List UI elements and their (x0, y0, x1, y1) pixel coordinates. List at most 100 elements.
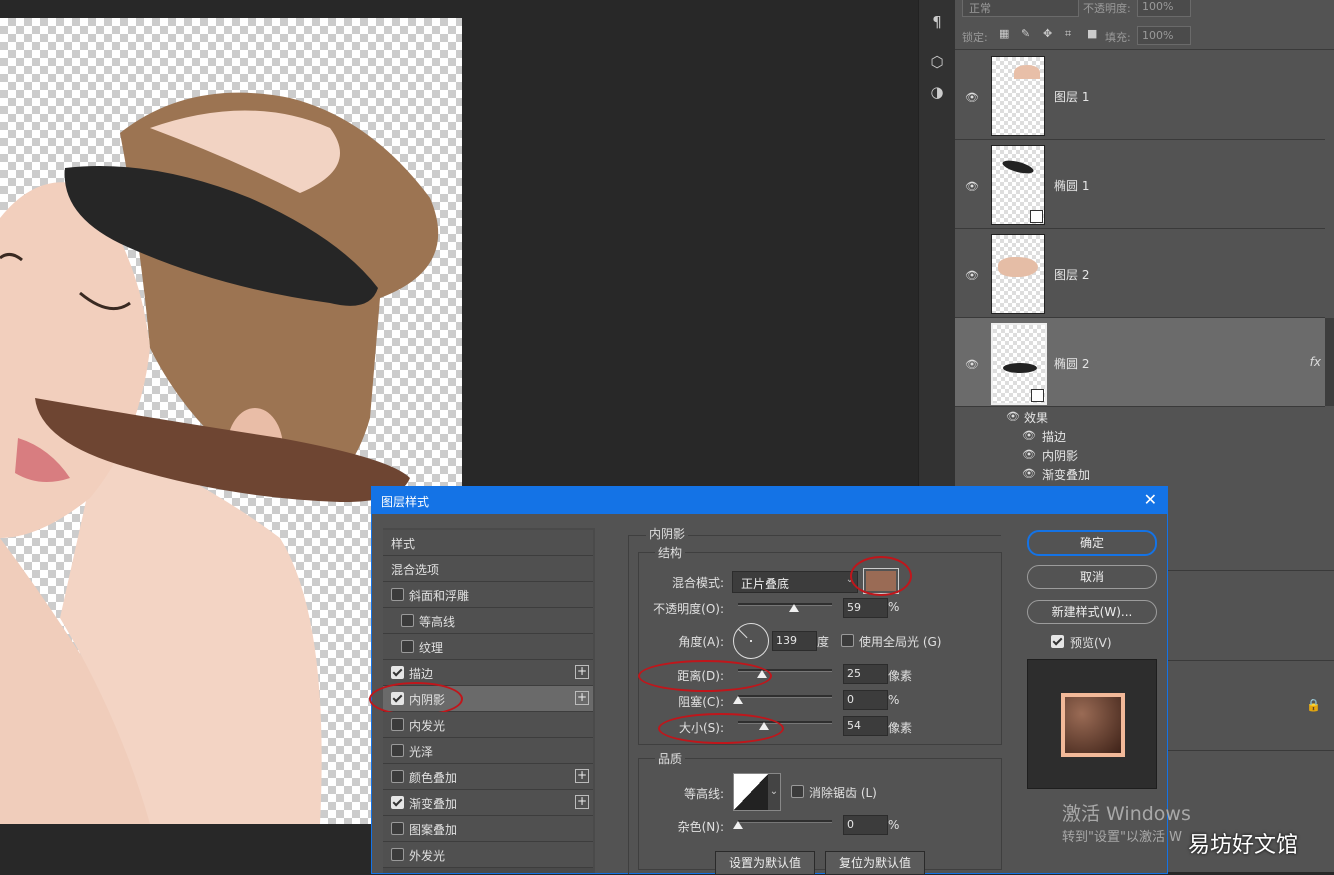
fx-badge[interactable]: fx (1310, 355, 1321, 369)
styles-header-label: 样式 (391, 537, 416, 551)
eye-icon[interactable]: 👁 (965, 358, 979, 372)
adjustments-icon[interactable]: ◑ (927, 82, 947, 102)
blend-mode-label: 混合模式: (671, 576, 724, 590)
blend-options-item[interactable]: 混合选项 (383, 556, 593, 582)
add-effect-icon[interactable]: + (575, 769, 589, 783)
blend-mode-select[interactable]: 正常 (962, 0, 1079, 17)
noise-slider[interactable] (738, 820, 832, 823)
blend-mode-dropdown[interactable]: 正片叠底 ⌄ (732, 571, 858, 593)
angle-input[interactable]: 139 (772, 631, 817, 651)
style-item-checkbox[interactable] (401, 640, 414, 653)
contour-label: 等高线: (683, 787, 724, 801)
choke-input[interactable]: 0 (843, 690, 888, 710)
layer-row-selected[interactable]: 👁 椭圆 2 fx (955, 318, 1325, 407)
style-item-checkbox[interactable] (391, 822, 404, 835)
choke-unit: % (888, 693, 900, 707)
dialog-titlebar[interactable]: 图层样式 ✕ (372, 487, 1167, 514)
ok-button[interactable]: 确定 (1027, 530, 1157, 556)
style-item-checkbox[interactable] (391, 588, 404, 601)
style-item[interactable]: 斜面和浮雕 (383, 582, 593, 608)
3d-icon[interactable]: ⬡ (927, 52, 947, 72)
new-style-button[interactable]: 新建样式(W)... (1027, 600, 1157, 624)
opacity-value: 100% (1142, 0, 1174, 13)
layer-row[interactable]: 👁 图层 2 (955, 229, 1325, 318)
style-item-checkbox[interactable] (391, 848, 404, 861)
noise-input[interactable]: 0 (843, 815, 888, 835)
vector-mask-icon (1030, 210, 1043, 223)
blend-options-label: 混合选项 (391, 563, 440, 577)
noise-unit: % (888, 818, 900, 832)
preview-checkbox[interactable] (1051, 635, 1064, 648)
opacity-input[interactable]: 59 (843, 598, 888, 618)
style-item-checkbox[interactable] (391, 666, 404, 679)
effect-item: 内阴影 (1042, 449, 1079, 463)
opacity-slider[interactable] (738, 603, 832, 606)
choke-slider-knob[interactable] (733, 696, 743, 704)
size-input[interactable]: 54 (843, 716, 888, 736)
style-item-label: 外发光 (409, 849, 446, 863)
lock-transparent-icon[interactable]: ▦ (999, 27, 1009, 40)
style-item-label: 渐变叠加 (409, 797, 458, 811)
lock-brush-icon[interactable]: ✎ (1021, 27, 1030, 40)
annotation-circle (658, 713, 784, 744)
style-item[interactable]: 图案叠加 (383, 816, 593, 842)
lock-icon: 🔒 (1306, 698, 1321, 712)
preview-label: 预览(V) (1070, 636, 1112, 650)
reset-default-button[interactable]: 复位为默认值 (825, 851, 925, 875)
style-item[interactable]: 光泽 (383, 738, 593, 764)
layers-scrollbar[interactable] (1325, 318, 1334, 406)
set-default-button[interactable]: 设置为默认值 (715, 851, 815, 875)
add-effect-icon[interactable]: + (575, 691, 589, 705)
style-item[interactable]: 等高线 (383, 608, 593, 634)
fill-value: 100% (1142, 29, 1174, 42)
eye-icon[interactable]: 👁 (965, 91, 979, 105)
eye-icon[interactable]: 👁 (1022, 429, 1036, 443)
noise-slider-knob[interactable] (733, 821, 743, 829)
add-effect-icon[interactable]: + (575, 665, 589, 679)
lock-artboard-icon[interactable]: ⌗ (1065, 27, 1071, 41)
opacity-field[interactable]: 100% (1137, 0, 1191, 17)
eye-icon[interactable]: 👁 (965, 269, 979, 283)
opacity-slider-knob[interactable] (789, 604, 799, 612)
distance-input[interactable]: 25 (843, 664, 888, 684)
layers-lock-bar: 锁定: ▦ ✎ ✥ ⌗ ■ 填充: 100% (955, 24, 1334, 50)
style-item[interactable]: 内发光 (383, 712, 593, 738)
style-item-checkbox[interactable] (391, 796, 404, 809)
eye-icon[interactable]: 👁 (1022, 467, 1036, 481)
angle-dial[interactable] (733, 623, 769, 659)
style-item-label: 图案叠加 (409, 823, 458, 837)
eye-icon[interactable]: 👁 (1006, 410, 1020, 424)
fill-field[interactable]: 100% (1137, 26, 1191, 45)
lock-move-icon[interactable]: ✥ (1043, 27, 1052, 40)
noise-label: 杂色(N): (677, 820, 724, 834)
style-item-checkbox[interactable] (391, 744, 404, 757)
style-item[interactable]: 渐变叠加 + (383, 790, 593, 816)
layer-row[interactable]: 👁 椭圆 1 (955, 140, 1325, 229)
style-item[interactable]: 纹理 (383, 634, 593, 660)
blend-mode-value: 正常 (969, 2, 991, 15)
site-watermark: 易坊好文馆 (1188, 833, 1299, 858)
structure-title: 结构 (655, 544, 686, 561)
style-item[interactable]: 外发光 (383, 842, 593, 868)
lock-all-icon[interactable]: ■ (1087, 27, 1097, 40)
style-item[interactable]: 颜色叠加 + (383, 764, 593, 790)
style-item-label: 纹理 (419, 641, 444, 655)
add-effect-icon[interactable]: + (575, 795, 589, 809)
style-item-checkbox[interactable] (391, 770, 404, 783)
layer-row[interactable]: 👁 图层 1 (955, 51, 1325, 140)
choke-slider[interactable] (738, 695, 832, 698)
styles-header[interactable]: 样式 (383, 530, 593, 556)
paragraph-icon[interactable]: ¶ (927, 12, 947, 32)
layer-thumbnail (991, 56, 1045, 136)
cancel-button[interactable]: 取消 (1027, 565, 1157, 589)
close-icon[interactable]: ✕ (1144, 490, 1157, 509)
style-item-checkbox[interactable] (401, 614, 414, 627)
antialias-checkbox[interactable] (791, 785, 804, 798)
eye-icon[interactable]: 👁 (965, 180, 979, 194)
eye-icon[interactable]: 👁 (1022, 448, 1036, 462)
style-item-label: 等高线 (419, 615, 456, 629)
contour-picker[interactable]: ⌄ (733, 773, 781, 811)
global-light-checkbox[interactable] (841, 634, 854, 647)
quality-title: 品质 (655, 750, 686, 767)
style-item-checkbox[interactable] (391, 718, 404, 731)
